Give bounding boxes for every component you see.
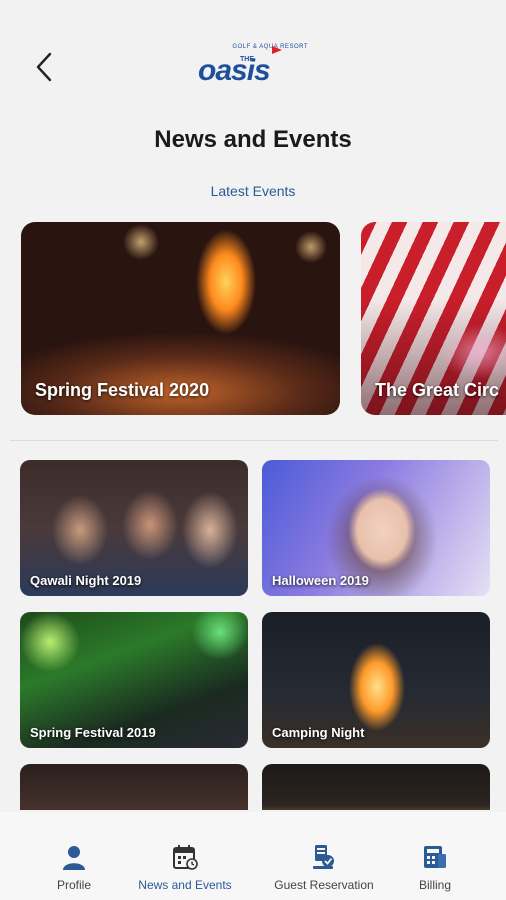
billing-icon (424, 846, 446, 868)
person-icon (63, 846, 85, 870)
flag-icon (272, 46, 282, 54)
divider (10, 440, 498, 441)
event-card[interactable] (20, 764, 248, 810)
event-card[interactable] (262, 764, 490, 810)
events-grid[interactable]: Qawali Night 2019 Halloween 2019 Spring … (0, 460, 506, 810)
featured-event-card[interactable]: Spring Festival 2020 (21, 222, 340, 415)
tab-label: Guest Reservation (274, 878, 374, 892)
featured-event-card[interactable]: The Great Circ (361, 222, 506, 415)
bottom-tab-bar: Profile News and Events Guest Reservatio… (0, 812, 506, 900)
tab-label: News and Events (138, 878, 232, 892)
featured-events-carousel[interactable]: Spring Festival 2020 The Great Circ (0, 222, 506, 415)
header: GOLF & AQUA RESORT oasis THE (0, 0, 506, 110)
tab-billing[interactable]: Billing (400, 812, 470, 900)
event-title: Qawali Night 2019 (30, 573, 142, 588)
oasis-logo: GOLF & AQUA RESORT oasis THE (198, 44, 308, 87)
event-card[interactable]: Spring Festival 2019 (20, 612, 248, 748)
calendar-icon (173, 845, 198, 870)
tab-news-and-events[interactable]: News and Events (130, 812, 240, 900)
tab-profile[interactable]: Profile (34, 812, 114, 900)
back-arrow-icon[interactable] (30, 50, 60, 84)
tab-label: Billing (418, 878, 451, 892)
event-card[interactable]: Qawali Night 2019 (20, 460, 248, 596)
featured-event-title: Spring Festival 2020 (35, 380, 210, 400)
tab-label: Profile (56, 878, 91, 892)
page-title: News and Events (154, 126, 352, 153)
event-title: Spring Festival 2019 (30, 725, 156, 740)
latest-events-label: Latest Events (210, 183, 296, 199)
event-title: Halloween 2019 (272, 573, 369, 588)
event-card[interactable]: Camping Night (262, 612, 490, 748)
reservation-icon (313, 845, 334, 869)
event-card[interactable]: Halloween 2019 (262, 460, 490, 596)
event-title: Camping Night (272, 725, 365, 740)
tab-guest-reservation[interactable]: Guest Reservation (268, 812, 380, 900)
featured-event-title: The Great Circ (375, 380, 500, 400)
